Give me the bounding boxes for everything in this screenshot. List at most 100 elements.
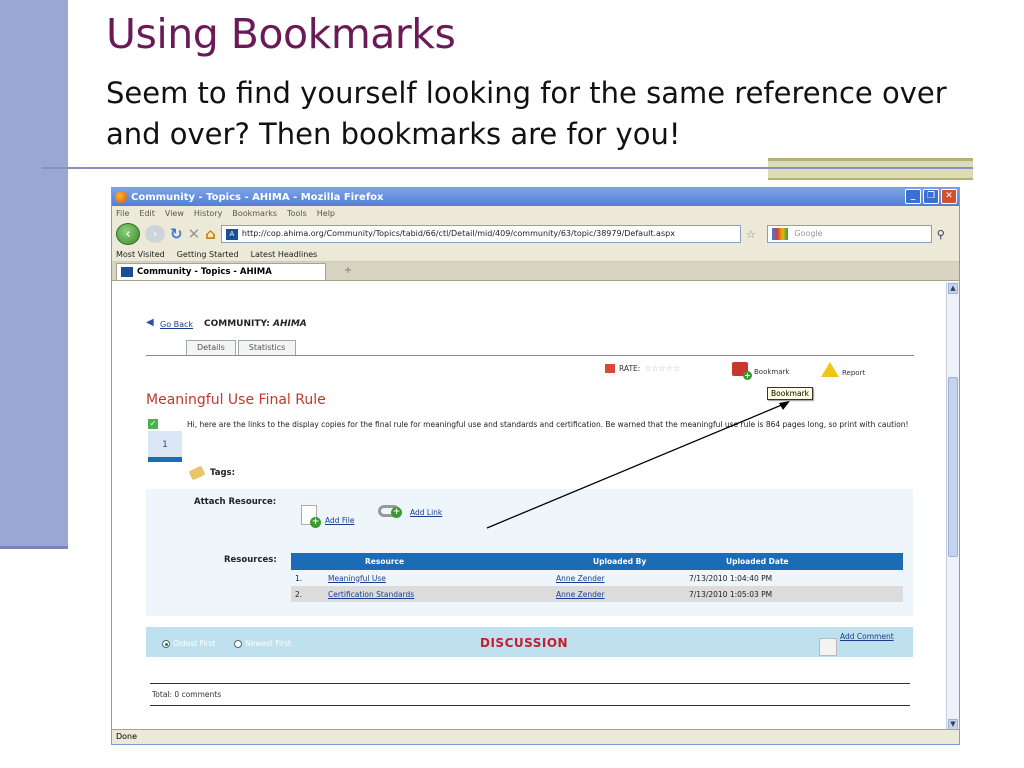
- page-viewport: ◀ Go Back COMMUNITY: AHIMA Details Stati…: [112, 282, 947, 731]
- slide-subtitle: Seem to find yourself looking for the sa…: [106, 76, 947, 151]
- menu-history[interactable]: History: [194, 209, 222, 218]
- firefox-icon: [115, 191, 127, 203]
- back-button[interactable]: ‹: [116, 223, 140, 245]
- menu-bar: File Edit View History Bookmarks Tools H…: [112, 206, 959, 221]
- resource-link[interactable]: Certification Standards: [328, 586, 556, 602]
- rate-label: RATE:: [619, 364, 641, 373]
- menu-tools[interactable]: Tools: [287, 209, 307, 218]
- home-icon[interactable]: ⌂: [205, 225, 216, 243]
- row-number: 1.: [295, 573, 303, 583]
- slide-title: Using Bookmarks: [106, 10, 456, 58]
- tab-label: Community - Topics - AHIMA: [137, 267, 272, 277]
- rating-stars[interactable]: ☆☆☆☆☆: [644, 364, 680, 373]
- slide-accent-box: [768, 158, 973, 180]
- uploader-link[interactable]: Anne Zender: [556, 586, 689, 602]
- report-label: Report: [842, 369, 866, 377]
- bookmark-latest-headlines[interactable]: Latest Headlines: [251, 250, 318, 259]
- upload-date: 7/13/2010 1:05:03 PM: [689, 586, 903, 602]
- browser-window: Community - Topics - AHIMA - Mozilla Fir…: [111, 187, 960, 745]
- go-back-link[interactable]: Go Back: [160, 320, 193, 329]
- bookmark-add-icon: [732, 362, 752, 380]
- star-bookmark-icon[interactable]: ☆: [746, 228, 756, 241]
- add-link-icon: [378, 505, 402, 518]
- site-favicon-icon: A: [225, 228, 238, 240]
- resources-table: Resource Uploaded By Uploaded Date 1. Me…: [291, 553, 903, 602]
- menu-edit[interactable]: Edit: [139, 209, 155, 218]
- scroll-thumb[interactable]: [948, 377, 958, 557]
- community-prefix: COMMUNITY:: [204, 319, 270, 329]
- search-magnifier-icon[interactable]: ⚲: [937, 228, 945, 241]
- scroll-up-icon[interactable]: ▲: [948, 283, 958, 294]
- bookmark-button[interactable]: Bookmark: [732, 362, 790, 380]
- resource-panel: Attach Resource: Add File Add Link Resou…: [146, 489, 913, 616]
- add-file-icon: [301, 505, 321, 528]
- window-controls: _ ❐ ✕: [905, 189, 957, 204]
- row-number: 2.: [291, 586, 328, 602]
- go-back-arrow-icon[interactable]: ◀: [146, 318, 158, 328]
- table-header-resource: Resource: [328, 553, 556, 570]
- report-button[interactable]: Report: [821, 362, 865, 377]
- menu-bookmarks[interactable]: Bookmarks: [232, 209, 277, 218]
- forward-button[interactable]: ›: [145, 225, 165, 243]
- stop-icon[interactable]: ✕: [188, 225, 201, 243]
- page-tabs: Details Statistics: [186, 340, 297, 355]
- add-file-label: Add File: [325, 516, 355, 525]
- menu-help[interactable]: Help: [317, 209, 335, 218]
- vertical-scrollbar[interactable]: ▲ ▼: [946, 282, 959, 731]
- tags-section: Tags:: [188, 465, 235, 481]
- new-tab-button[interactable]: +: [328, 263, 368, 280]
- vote-bar: [148, 457, 182, 462]
- search-input[interactable]: Google: [766, 225, 932, 243]
- add-comment-label: Add Comment: [840, 632, 894, 641]
- navigation-toolbar: ‹ › ↻ ✕ ⌂ A http://cop.ahima.org/Communi…: [112, 221, 959, 247]
- topic-title: Meaningful Use Final Rule: [146, 392, 326, 408]
- discussion-header: Oldest First Newest First DISCUSSION Add…: [146, 627, 913, 657]
- uploader-link[interactable]: Anne Zender: [556, 570, 689, 586]
- resource-link[interactable]: Meaningful Use: [328, 570, 556, 586]
- window-titlebar: Community - Topics - AHIMA - Mozilla Fir…: [112, 188, 959, 206]
- bookmark-most-visited[interactable]: Most Visited: [116, 250, 165, 259]
- tag-icon: [188, 465, 206, 481]
- bookmark-getting-started[interactable]: Getting Started: [177, 250, 239, 259]
- slide-title-rule: [42, 167, 973, 169]
- url-bar[interactable]: A http://cop.ahima.org/Community/Topics/…: [220, 225, 741, 243]
- community-heading: COMMUNITY: AHIMA: [204, 319, 307, 329]
- vote-count: 1: [148, 431, 182, 459]
- radio-unselected-icon: [234, 639, 242, 648]
- status-bar: Done: [112, 729, 959, 744]
- table-header-number: [291, 553, 328, 570]
- check-icon[interactable]: ✓: [148, 419, 158, 429]
- tab-statistics[interactable]: Statistics: [237, 340, 297, 355]
- vote-box: ✓ 1: [148, 419, 182, 463]
- menu-file[interactable]: File: [116, 209, 129, 218]
- add-link-button[interactable]: Add Link: [378, 505, 443, 518]
- tab-details[interactable]: Details: [186, 340, 236, 355]
- flag-icon: [605, 364, 615, 373]
- table-row: 2. Certification Standards Anne Zender 7…: [291, 586, 903, 602]
- add-file-button[interactable]: Add File: [301, 505, 355, 528]
- site-favicon-icon: [121, 267, 133, 277]
- url-text: http://cop.ahima.org/Community/Topics/ta…: [241, 229, 675, 238]
- table-row: 1. Meaningful Use Anne Zender 7/13/2010 …: [291, 570, 903, 586]
- add-comment-icon: [819, 638, 837, 656]
- sort-newest-radio[interactable]: Newest First: [234, 639, 291, 648]
- tab-community-topics[interactable]: Community - Topics - AHIMA: [116, 263, 326, 280]
- radio-selected-icon: [162, 639, 170, 648]
- table-header-uploaded-date: Uploaded Date: [689, 553, 903, 570]
- add-comment-button[interactable]: Add Comment: [819, 632, 894, 656]
- slide-left-bar: [0, 0, 68, 548]
- window-title: Community - Topics - AHIMA - Mozilla Fir…: [131, 191, 384, 203]
- add-link-label: Add Link: [410, 508, 443, 517]
- menu-view[interactable]: View: [165, 209, 184, 218]
- minimize-icon[interactable]: _: [905, 189, 921, 204]
- bookmarks-toolbar: Most Visited Getting Started Latest Head…: [112, 247, 959, 262]
- upload-date: 7/13/2010 1:04:40 PM: [689, 573, 773, 583]
- comments-divider: [150, 683, 910, 684]
- sort-oldest-radio[interactable]: Oldest First: [162, 639, 215, 648]
- google-icon: [771, 227, 788, 240]
- close-icon[interactable]: ✕: [941, 189, 957, 204]
- restore-icon[interactable]: ❐: [923, 189, 939, 204]
- resources-label: Resources:: [224, 555, 277, 565]
- bookmark-label: Bookmark: [754, 368, 790, 376]
- reload-icon[interactable]: ↻: [170, 225, 183, 243]
